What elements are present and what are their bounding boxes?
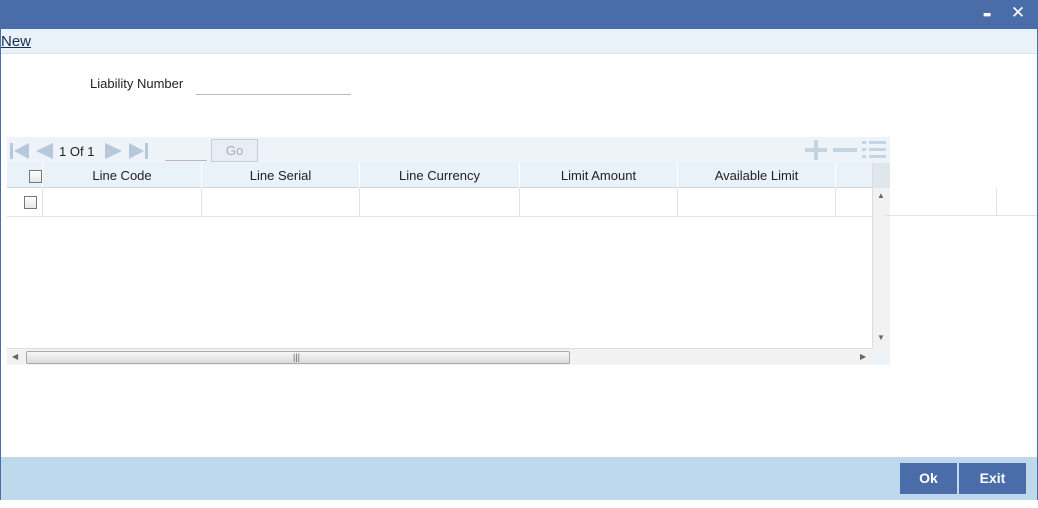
row-select-cell: [7, 188, 43, 217]
line-grid: 1 Of 1 Go Line Code Line Serial Line Cur…: [7, 137, 890, 365]
column-header-extra: [836, 163, 872, 188]
menu-bar: New: [1, 29, 1037, 54]
total-pages: 1: [87, 144, 95, 159]
scrollbar-corner: [872, 348, 890, 365]
go-button[interactable]: Go: [211, 139, 258, 162]
first-page-icon[interactable]: [9, 141, 31, 161]
cell-line-code[interactable]: [43, 188, 202, 217]
cell-limit-amount[interactable]: [520, 188, 678, 217]
cell-available-limit[interactable]: [678, 188, 836, 217]
title-bar: ▬ ✕: [1, 1, 1037, 29]
liability-window: ▬ ✕ New Liability Number 1 Of 1 Go Line …: [0, 0, 1038, 500]
scroll-up-icon[interactable]: ▲: [877, 191, 885, 200]
minimize-icon[interactable]: ▬: [977, 3, 997, 23]
column-header-line-currency[interactable]: Line Currency: [360, 163, 520, 188]
exit-button[interactable]: Exit: [959, 463, 1026, 494]
last-page-icon[interactable]: [127, 141, 149, 161]
scrollbar-grip: |||: [293, 352, 301, 362]
add-row-icon[interactable]: [803, 140, 829, 160]
row-checkbox[interactable]: [24, 196, 37, 209]
grid-toolbar: 1 Of 1 Go: [7, 137, 890, 163]
cell-line-serial[interactable]: [202, 188, 360, 217]
page-indicator: 1 Of 1: [59, 144, 94, 159]
next-page-icon[interactable]: [103, 141, 125, 161]
liability-number-label: Liability Number: [90, 76, 184, 91]
scrollbar-header-block: [873, 163, 890, 188]
ok-button[interactable]: Ok: [900, 463, 957, 494]
scroll-left-icon[interactable]: ◀: [12, 352, 18, 361]
of-label: Of: [69, 144, 84, 159]
horizontal-scrollbar[interactable]: ◀ ||| ▶: [7, 348, 872, 365]
select-all-checkbox[interactable]: [29, 170, 42, 183]
table-row: [7, 188, 872, 217]
grid-header: Line Code Line Serial Line Currency Limi…: [7, 163, 872, 188]
column-header-limit-amount[interactable]: Limit Amount: [520, 163, 678, 188]
select-all-cell: [7, 163, 43, 188]
new-link[interactable]: New: [1, 33, 31, 50]
page-number-input[interactable]: [165, 140, 207, 161]
row-divider: [884, 215, 1037, 216]
scroll-right-icon[interactable]: ▶: [860, 352, 866, 361]
column-header-available-limit[interactable]: Available Limit: [678, 163, 836, 188]
column-divider: [996, 188, 997, 216]
vertical-scrollbar[interactable]: ▲ ▼: [872, 163, 890, 348]
scroll-down-icon[interactable]: ▼: [877, 333, 885, 342]
single-view-icon[interactable]: [860, 140, 888, 160]
column-header-line-code[interactable]: Line Code: [43, 163, 202, 188]
scrollbar-thumb[interactable]: |||: [26, 351, 570, 364]
current-page: 1: [59, 144, 67, 159]
previous-page-icon[interactable]: [33, 141, 55, 161]
close-icon[interactable]: ✕: [1008, 3, 1028, 23]
liability-number-input[interactable]: [196, 71, 351, 95]
delete-row-icon[interactable]: [831, 140, 859, 160]
column-header-line-serial[interactable]: Line Serial: [202, 163, 360, 188]
cell-line-currency[interactable]: [360, 188, 520, 217]
footer-bar: Ok Exit: [1, 457, 1037, 500]
